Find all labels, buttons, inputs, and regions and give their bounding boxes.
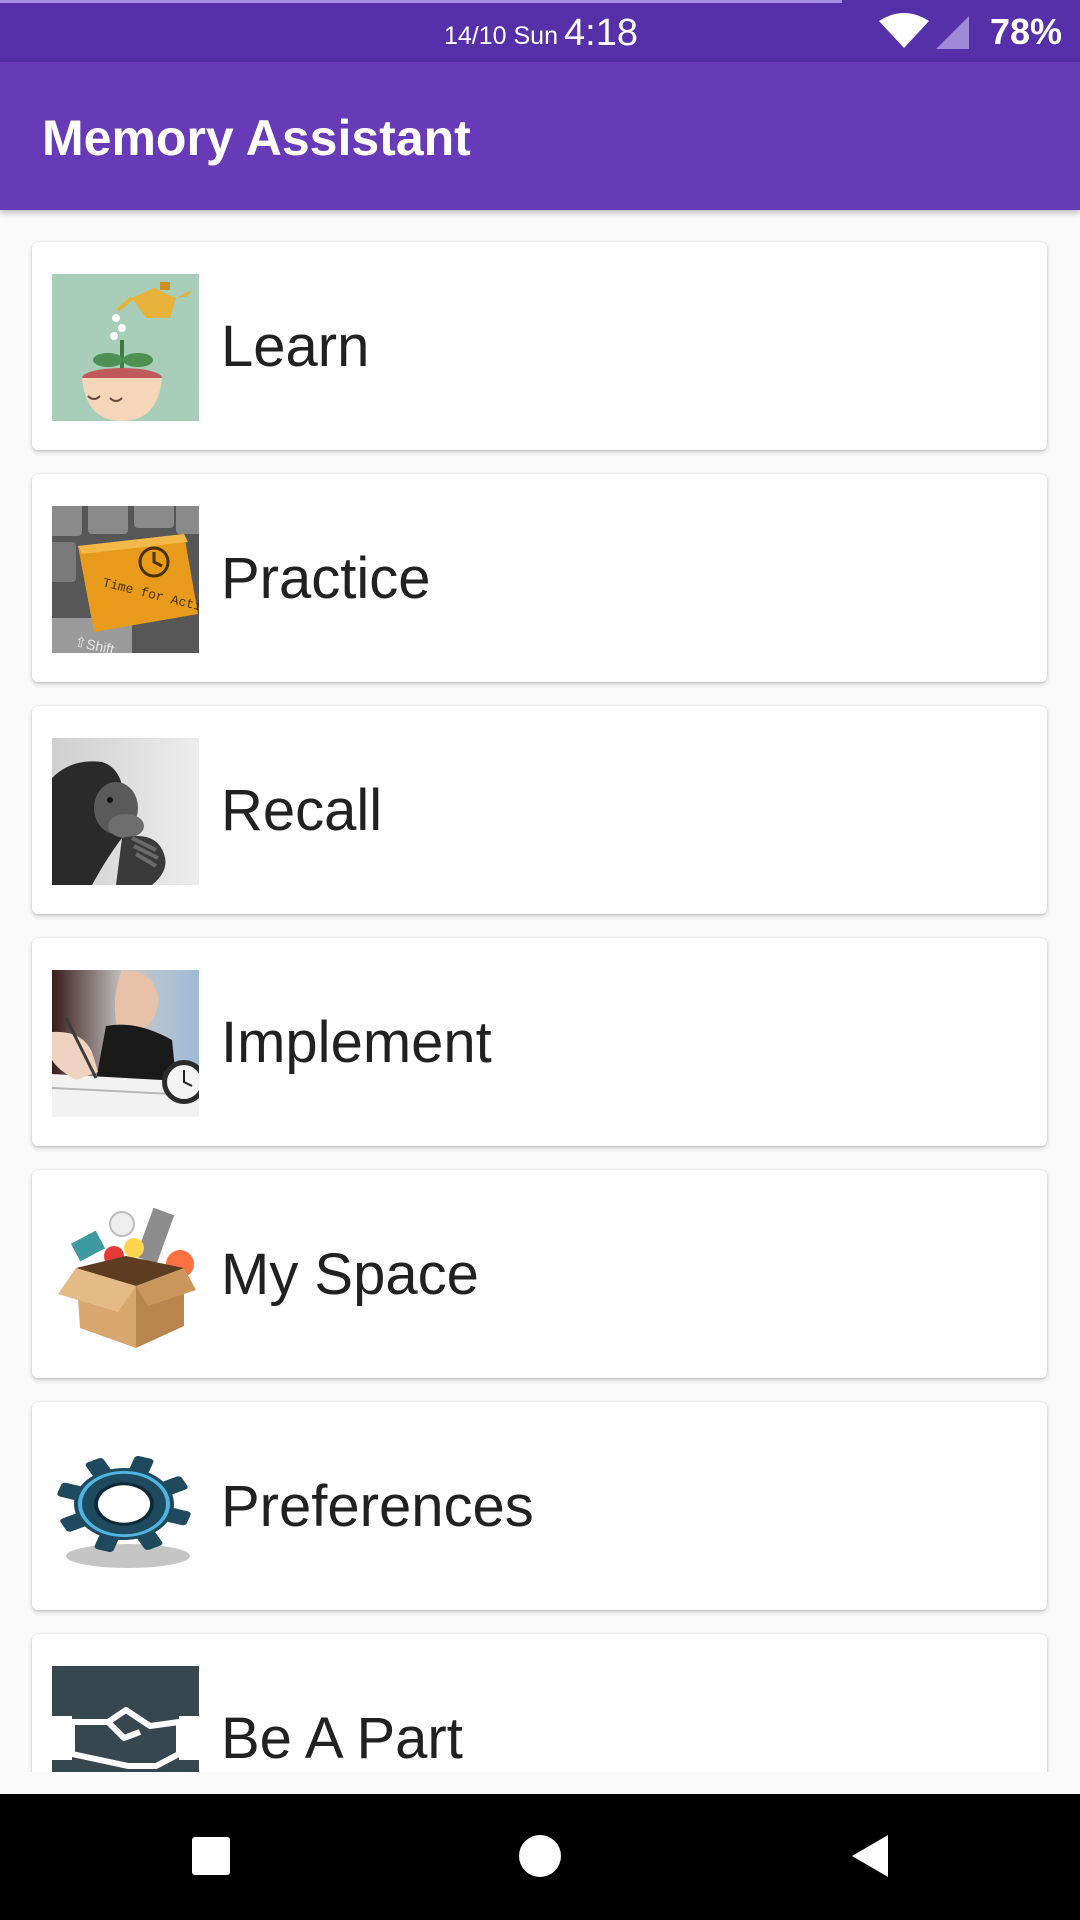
battery-percentage: 78% bbox=[990, 11, 1063, 52]
home-button[interactable] bbox=[480, 1794, 600, 1920]
box-of-items-image bbox=[52, 1202, 199, 1349]
menu-item-label: Implement bbox=[221, 1010, 492, 1075]
writing-hand-clock-image bbox=[52, 970, 199, 1117]
back-triangle-icon bbox=[852, 1835, 888, 1877]
gear-image bbox=[52, 1434, 199, 1581]
status-bar: 14/10 Sun 4:18 78% bbox=[0, 0, 1080, 62]
menu-item-label: My Space bbox=[221, 1242, 479, 1307]
app-bar: Memory Assistant bbox=[0, 62, 1080, 210]
status-time: 4:18 bbox=[564, 12, 638, 54]
menu-item-label: Recall bbox=[221, 778, 383, 843]
status-progress-line bbox=[0, 0, 842, 3]
menu-list[interactable]: Learn Time for Action ⇧Shift Practice Re… bbox=[0, 210, 1080, 1772]
menu-item-label: Be A Part bbox=[221, 1706, 463, 1771]
menu-item-label: Preferences bbox=[221, 1474, 534, 1539]
app-title: Memory Assistant bbox=[42, 110, 471, 166]
menu-item-be-a-part[interactable]: Be A Part bbox=[32, 1634, 1047, 1772]
time-for-action-key-image: Time for Action ⇧Shift bbox=[52, 506, 199, 653]
menu-item-implement[interactable]: Implement bbox=[32, 938, 1047, 1146]
menu-item-practice[interactable]: Time for Action ⇧Shift Practice bbox=[32, 474, 1047, 682]
status-date: 14/10 Sun bbox=[444, 22, 558, 50]
thinking-chimpanzee-image bbox=[52, 738, 199, 885]
handshake-image bbox=[52, 1666, 199, 1772]
menu-item-label: Practice bbox=[221, 546, 431, 611]
menu-item-preferences[interactable]: Preferences bbox=[32, 1402, 1047, 1610]
menu-item-label: Learn bbox=[221, 314, 370, 379]
navigation-bar bbox=[0, 1794, 1080, 1920]
cell-signal-icon bbox=[936, 16, 969, 49]
wifi-icon bbox=[879, 13, 929, 48]
menu-item-recall[interactable]: Recall bbox=[32, 706, 1047, 914]
back-button[interactable] bbox=[810, 1794, 930, 1920]
recents-button[interactable] bbox=[150, 1794, 270, 1920]
menu-item-learn[interactable]: Learn bbox=[32, 242, 1047, 450]
recents-square-icon bbox=[192, 1837, 230, 1875]
watering-head-plant-image bbox=[52, 274, 199, 421]
home-circle-icon bbox=[519, 1835, 561, 1877]
menu-item-my-space[interactable]: My Space bbox=[32, 1170, 1047, 1378]
